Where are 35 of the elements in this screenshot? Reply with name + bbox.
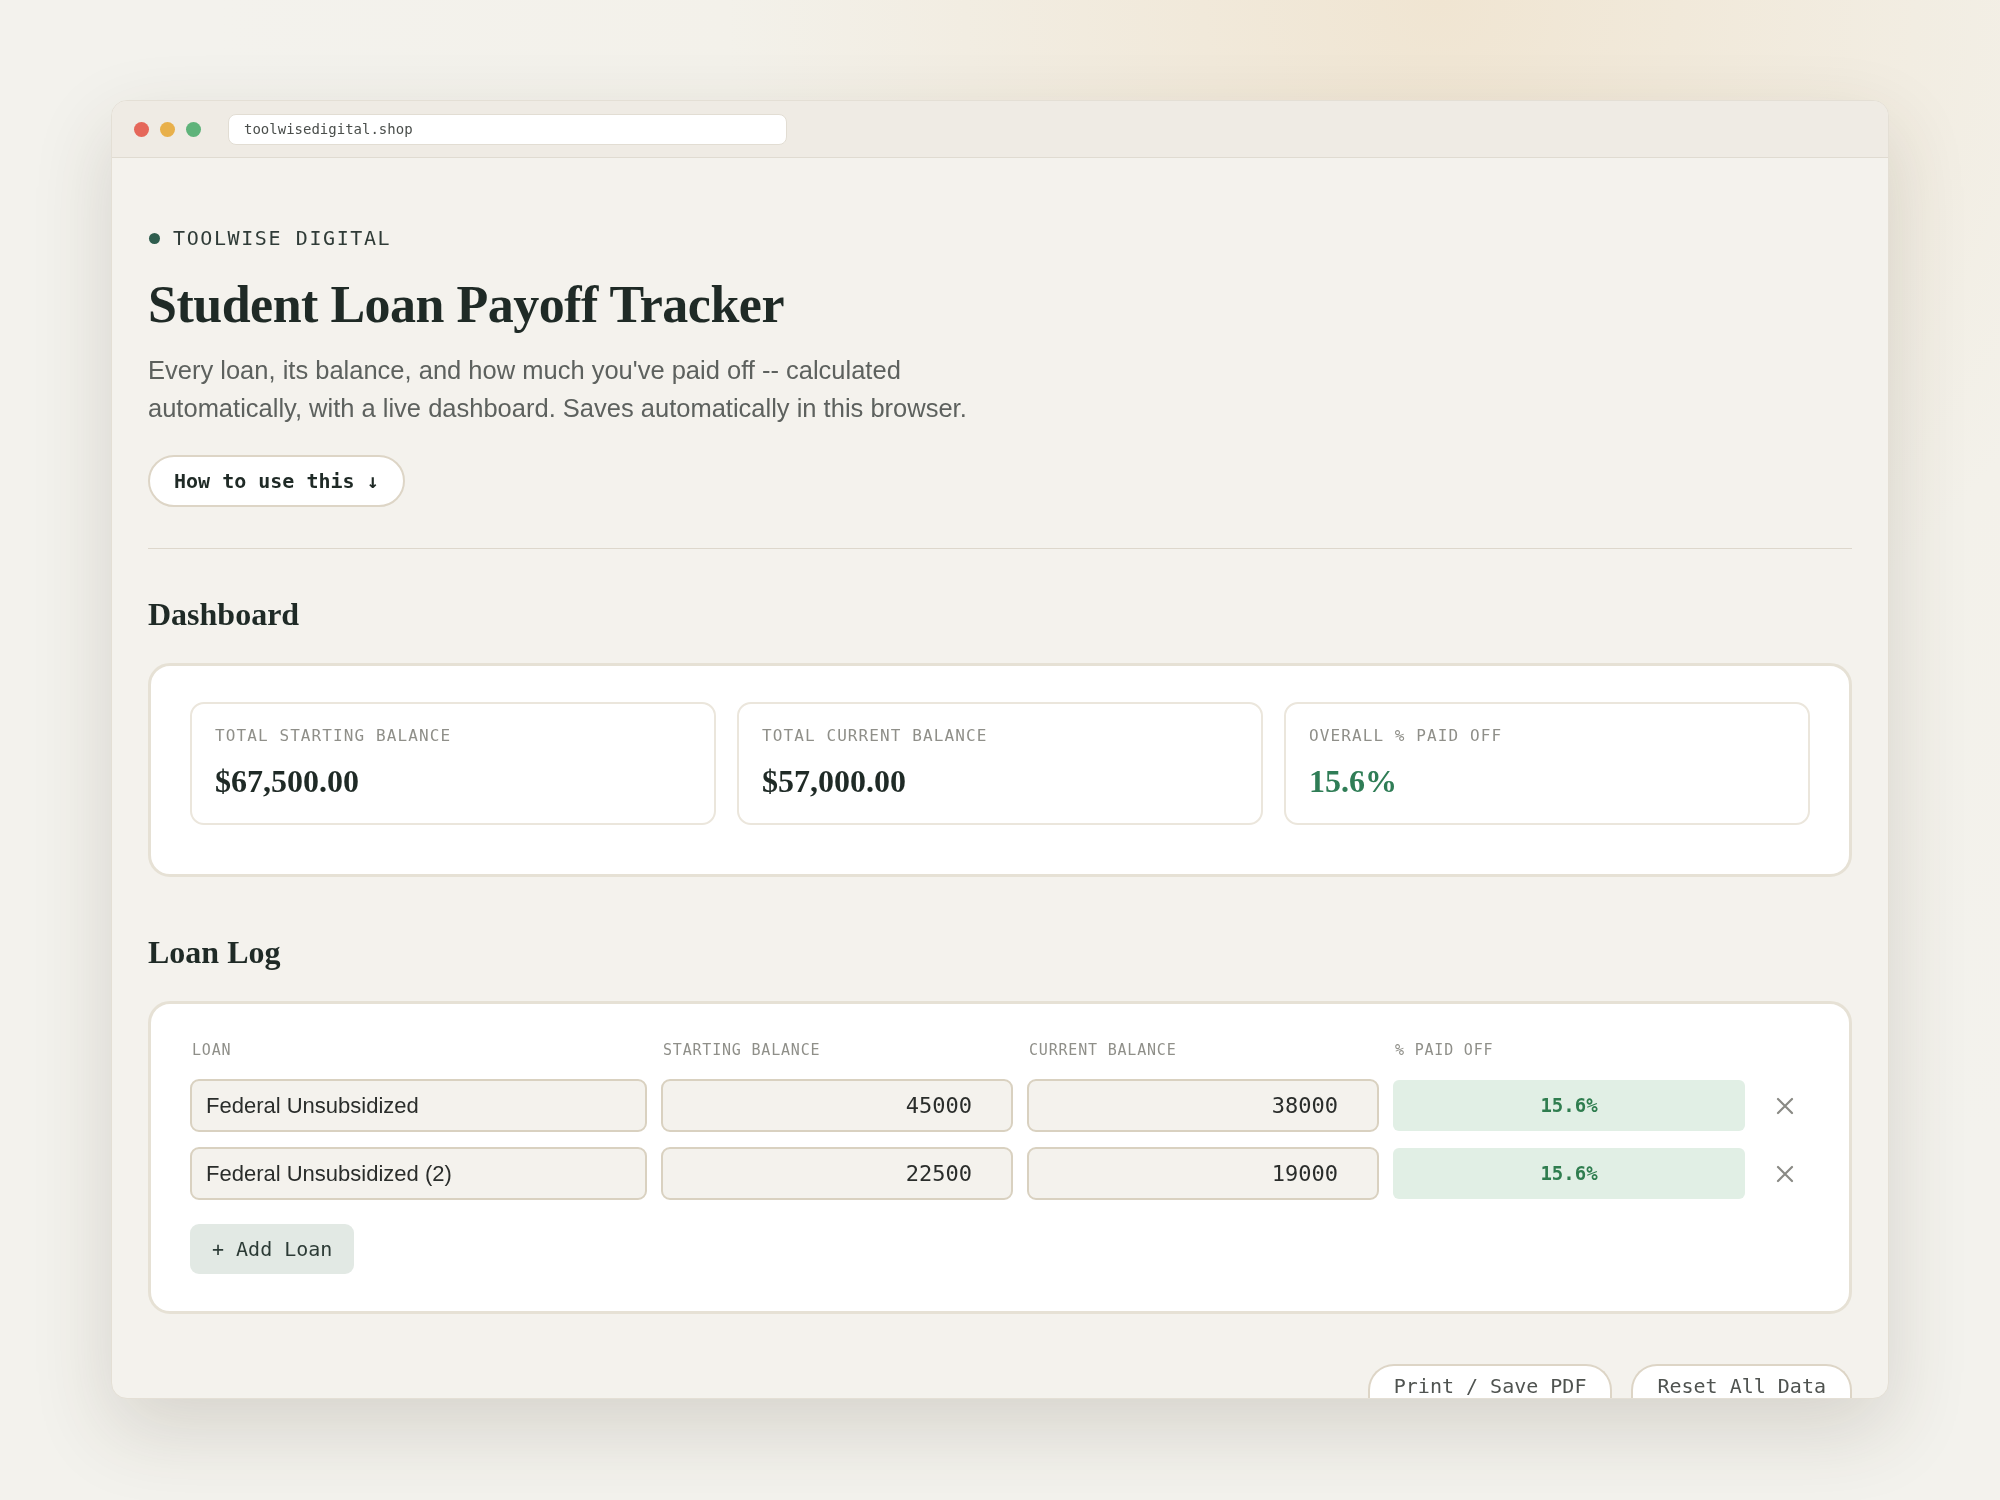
address-bar[interactable]: toolwisedigital.shop (228, 113, 787, 145)
brand-name: TOOLWISE DIGITAL (173, 226, 392, 250)
column-header: CURRENT BALANCE (1028, 1040, 1178, 1060)
zoom-control-icon[interactable] (186, 121, 201, 137)
close-control-icon[interactable] (134, 121, 149, 137)
stat-label: TOTAL STARTING BALANCE (215, 726, 453, 746)
dashboard-heading: Dashboard (148, 595, 301, 634)
loan-name-field[interactable]: Federal Unsubsidized (190, 1079, 647, 1132)
remove-loan-button[interactable] (1775, 1164, 1794, 1183)
stat-value: 15.6% (1309, 762, 1398, 801)
paid-off-badge: 15.6% (1393, 1080, 1745, 1131)
action-button[interactable]: Print / Save PDF (1367, 1364, 1613, 1398)
loan-log-heading: Loan Log (148, 933, 282, 972)
paid-off-badge: 15.6% (1393, 1148, 1745, 1199)
action-button[interactable]: Reset All Data (1631, 1364, 1852, 1398)
column-header: LOAN (191, 1040, 233, 1060)
stat-value: $57,000.00 (762, 762, 907, 801)
stat-label: TOTAL CURRENT BALANCE (762, 726, 989, 746)
loan-name-field[interactable]: Federal Unsubsidized (2) (190, 1147, 647, 1200)
how-to-use-button[interactable]: How to use this ↓ (148, 455, 405, 507)
stat-value: $67,500.00 (215, 762, 360, 801)
column-header: STARTING BALANCE (662, 1040, 822, 1060)
remove-loan-button[interactable] (1775, 1096, 1794, 1115)
close-icon (1775, 1164, 1794, 1183)
add-loan-button[interactable]: + Add Loan (190, 1224, 355, 1274)
page-title: Student Loan Payoff Tracker (148, 275, 786, 335)
close-icon (1775, 1096, 1794, 1115)
page-description: Every loan, its balance, and how much you've paid off -- calculated automatically, with a live dashboard. Saves automatically in this browser. (148, 355, 968, 424)
current-balance-field[interactable]: 19000 (1027, 1147, 1379, 1200)
starting-balance-field[interactable]: 22500 (661, 1147, 1013, 1200)
current-balance-field[interactable]: 38000 (1027, 1079, 1379, 1132)
minimize-control-icon[interactable] (160, 121, 175, 137)
stat-label: OVERALL % PAID OFF (1309, 726, 1504, 746)
starting-balance-field[interactable]: 45000 (661, 1079, 1013, 1132)
column-header: % PAID OFF (1394, 1040, 1495, 1060)
